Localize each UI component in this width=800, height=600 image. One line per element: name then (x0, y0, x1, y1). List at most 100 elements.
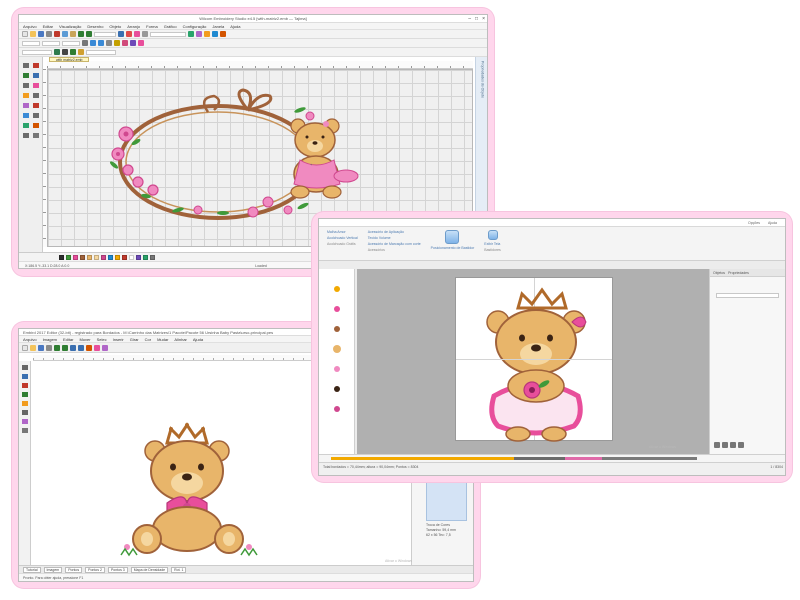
menu-girar[interactable]: Girar (130, 337, 139, 342)
group-icon[interactable] (114, 40, 120, 46)
menu-mudar[interactable]: Mudar (157, 337, 168, 342)
window2-hoop-stage[interactable] (357, 269, 709, 454)
fill-icon[interactable] (204, 31, 210, 37)
menu-arquivo[interactable]: Arquivo (23, 24, 37, 29)
range-start[interactable]: 1 (770, 465, 772, 469)
outline-icon[interactable] (62, 49, 68, 55)
lock-icon[interactable] (82, 40, 88, 46)
toolbox-icons[interactable] (19, 57, 43, 252)
3d-view-icon[interactable] (102, 344, 108, 351)
color-swatch-6[interactable] (94, 254, 99, 260)
menu-imagem[interactable]: Imagem (43, 337, 57, 342)
color-swatch-4[interactable] (80, 254, 85, 260)
paste-icon[interactable] (70, 31, 76, 37)
menu-ajuda[interactable]: Ajuda (193, 337, 203, 342)
menu-arranjo[interactable]: Arranjo (127, 24, 140, 29)
ribbon-item-aplicacao[interactable]: Acessório de Aplicação (368, 230, 421, 234)
new-icon[interactable] (22, 344, 28, 351)
thumbnail-strip[interactable] (319, 269, 355, 457)
menu-objeto[interactable]: Objeto (109, 24, 121, 29)
stitch-type-field[interactable] (22, 49, 52, 55)
close-icon[interactable]: × (482, 16, 485, 22)
menu-ajuda[interactable]: Ajuda (230, 24, 240, 29)
appliqué-icon[interactable] (138, 40, 144, 46)
new-icon[interactable] (22, 31, 28, 37)
stitch-player-icon[interactable] (86, 344, 92, 351)
monogram-icon[interactable] (130, 40, 136, 46)
color-icon[interactable] (134, 31, 140, 37)
back-icon[interactable] (738, 442, 744, 448)
satin-icon[interactable] (212, 31, 218, 37)
window2-stitch-timeline[interactable] (319, 454, 785, 462)
stop-icon[interactable] (722, 442, 728, 448)
undo-icon[interactable] (54, 344, 60, 351)
zoom-out-icon[interactable] (78, 344, 84, 351)
open-icon[interactable] (30, 344, 36, 351)
tab-pontos-3[interactable]: Pontos 3 (107, 566, 128, 573)
print-icon[interactable] (46, 344, 52, 351)
menu-mover[interactable]: Mover (79, 337, 90, 342)
minimize-icon[interactable]: – (468, 16, 471, 22)
menu-selec[interactable]: Selec (97, 337, 107, 342)
stitch-icon[interactable] (126, 31, 132, 37)
menu-inserir[interactable]: Inserir (113, 337, 124, 342)
maximize-icon[interactable]: □ (475, 16, 478, 22)
hoop-field[interactable] (150, 31, 186, 37)
layers-icon[interactable] (196, 31, 202, 37)
color-swatch-5[interactable] (87, 254, 92, 260)
rotate-icon[interactable] (98, 40, 104, 46)
branch-icon[interactable] (70, 49, 76, 55)
zoom-icon[interactable] (118, 31, 124, 37)
tab-rot-1[interactable]: Rot. 1 (171, 566, 187, 573)
run-icon[interactable] (220, 31, 226, 37)
color-swatch-7[interactable] (101, 254, 106, 260)
width-field[interactable] (22, 40, 40, 46)
menu-cor[interactable]: Cor (145, 337, 151, 342)
save-icon[interactable] (38, 31, 44, 37)
menu-arquivo[interactable]: Arquivo (23, 337, 37, 342)
color-swatch-11[interactable] (129, 254, 134, 260)
open-icon[interactable] (30, 31, 36, 37)
menu-editar[interactable]: Editar (63, 337, 73, 342)
menu-desenho[interactable]: Desenho (87, 24, 103, 29)
menu-editar[interactable]: Editar (43, 24, 53, 29)
menu-grafico[interactable]: Gráfico (164, 24, 177, 29)
tab-mapa-densidade[interactable]: Mapa de Densidade (130, 566, 169, 573)
menu-visualizacao[interactable]: Visualização (59, 24, 81, 29)
panel-tab-objetos[interactable]: Objetos (713, 271, 725, 275)
color-swatch-1[interactable] (59, 254, 64, 260)
ribbon-group-posicionamento[interactable]: Posicionamento de Bastidor (431, 230, 474, 252)
ribbon-item-exibir-tela[interactable]: Exibir Tela (484, 242, 501, 246)
zoom-field[interactable] (94, 31, 116, 37)
color-swatch-13[interactable] (143, 254, 148, 260)
color-swatch-12[interactable] (136, 254, 141, 260)
embroidery-hoop[interactable] (455, 277, 613, 442)
hoop-position-icon[interactable] (445, 230, 460, 244)
menu-forma[interactable]: Forma (146, 24, 158, 29)
window1-canvas-tab[interactable]: with matriz2.emb (49, 57, 90, 62)
mirror-icon[interactable] (90, 40, 96, 46)
save-icon[interactable] (38, 344, 44, 351)
panel-tab-propriedades[interactable]: Propriedades (728, 271, 749, 275)
print-icon[interactable] (46, 31, 52, 37)
ribbon-item-acolchoado-vertical[interactable]: Acolchoado Vertical (327, 236, 358, 240)
menu-configuracao[interactable]: Configuração (183, 24, 207, 29)
color-swatch-2[interactable] (66, 254, 71, 260)
angle-field[interactable] (62, 40, 80, 46)
ribbon-item-malha[interactable]: Malha Amor (327, 230, 358, 234)
timeline-color-track[interactable] (331, 457, 697, 460)
color-swatch-14[interactable] (150, 254, 155, 260)
show-icon[interactable] (188, 31, 194, 37)
tatami-icon[interactable] (54, 49, 60, 55)
tab-imagem[interactable]: Imagem (43, 566, 63, 573)
grid-icon[interactable] (142, 31, 148, 37)
align-icon[interactable] (106, 40, 112, 46)
range-end[interactable]: 8304 (775, 465, 783, 469)
ribbon-item-tecido[interactable]: Tecido Volume (368, 236, 421, 240)
color-swatch-3[interactable] (73, 254, 78, 260)
undo-icon[interactable] (78, 31, 84, 37)
show-screen-icon[interactable] (487, 230, 498, 240)
copy-icon[interactable] (62, 31, 68, 37)
redo-icon[interactable] (62, 344, 68, 351)
redo-icon[interactable] (86, 31, 92, 37)
